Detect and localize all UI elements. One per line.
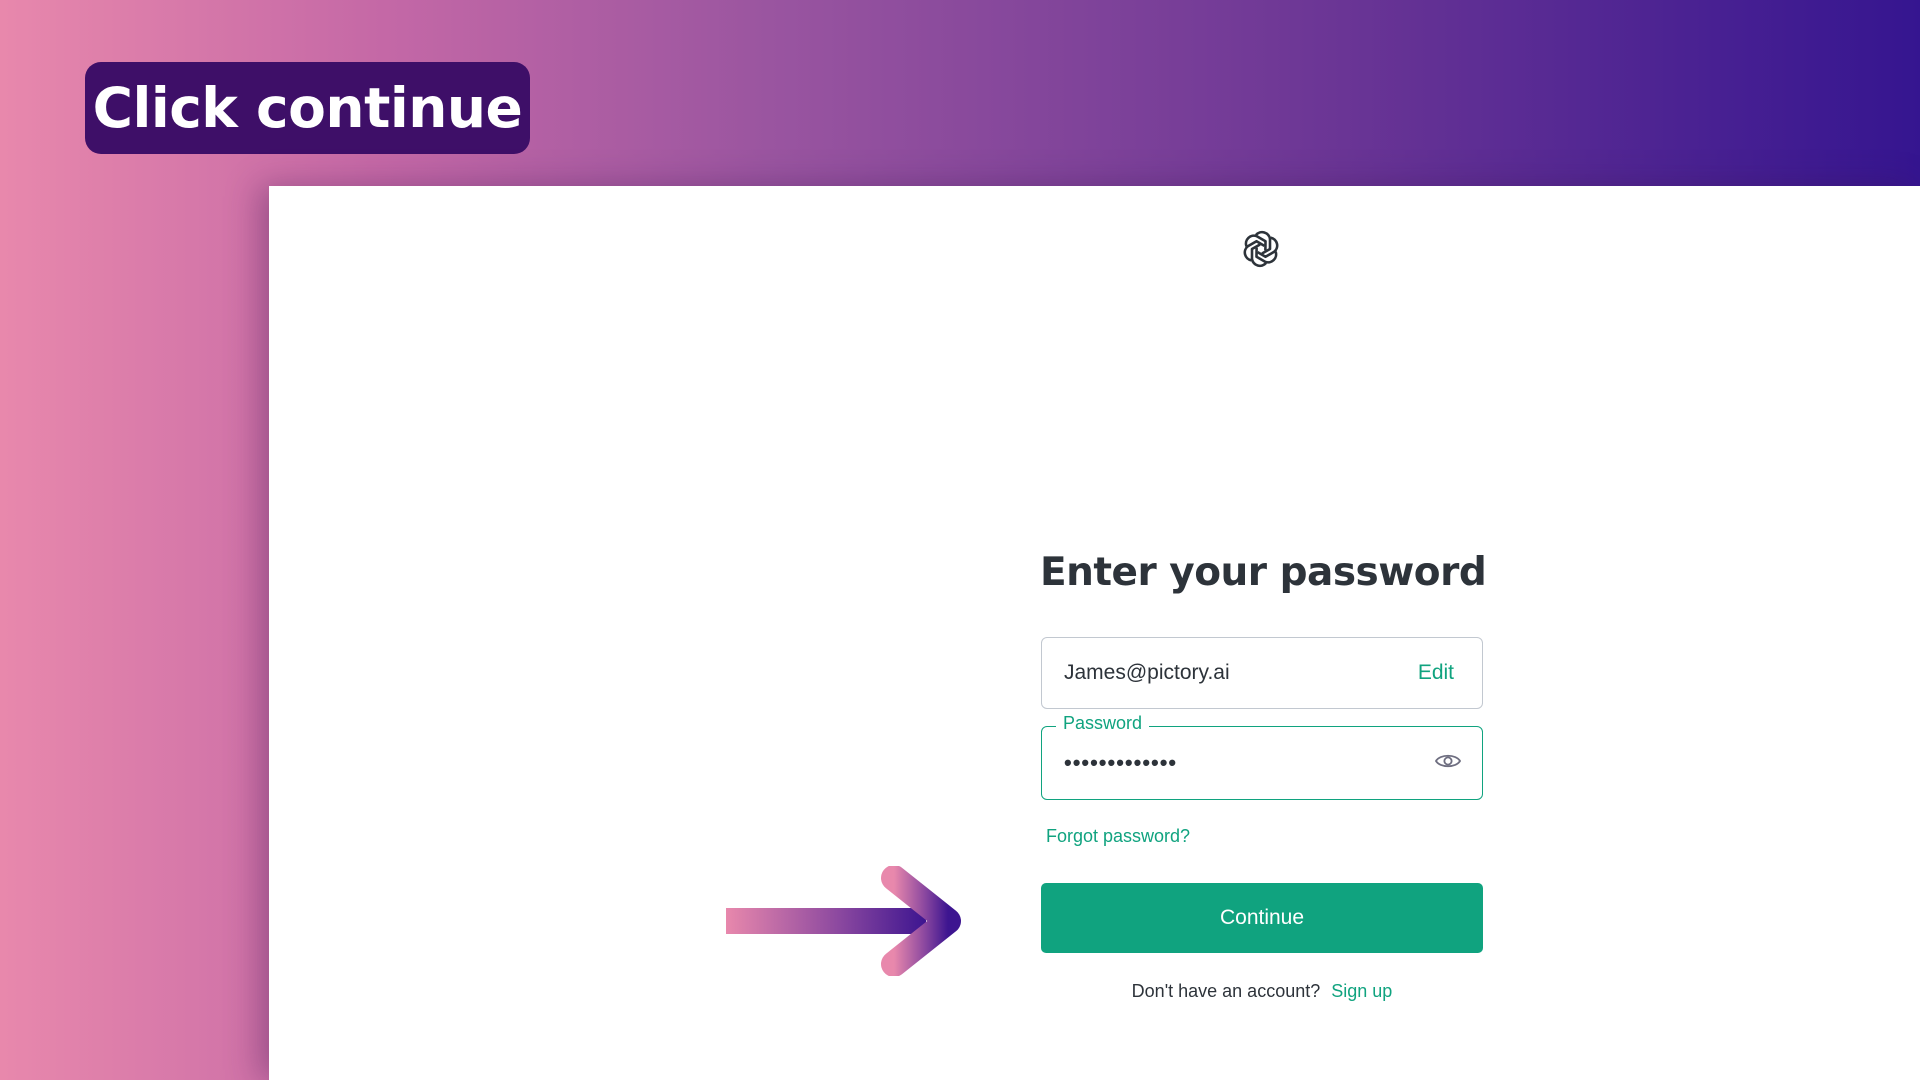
page-title: Enter your password	[1040, 550, 1487, 595]
edit-email-link[interactable]: Edit	[1418, 661, 1454, 685]
password-field[interactable]: Password •••••••••••••	[1041, 713, 1483, 800]
signup-prompt: Don't have an account?	[1131, 981, 1321, 1001]
login-screen: Enter your password James@pictory.ai Edi…	[269, 186, 1920, 1080]
arrow-right-icon	[726, 865, 962, 977]
eye-icon[interactable]	[1434, 751, 1462, 776]
email-field: James@pictory.ai Edit	[1041, 637, 1483, 709]
password-value: •••••••••••••	[1064, 750, 1178, 775]
continue-button[interactable]: Continue	[1041, 883, 1483, 953]
password-label: Password	[1056, 713, 1150, 734]
instruction-badge: Click continue	[85, 62, 530, 154]
instruction-text: Click continue	[92, 76, 523, 140]
signup-row: Don't have an account? Sign up	[1041, 981, 1483, 1002]
email-value: James@pictory.ai	[1064, 661, 1230, 684]
openai-logo-icon	[1238, 226, 1284, 272]
signup-link[interactable]: Sign up	[1331, 981, 1392, 1001]
forgot-password-link[interactable]: Forgot password?	[1046, 826, 1190, 847]
